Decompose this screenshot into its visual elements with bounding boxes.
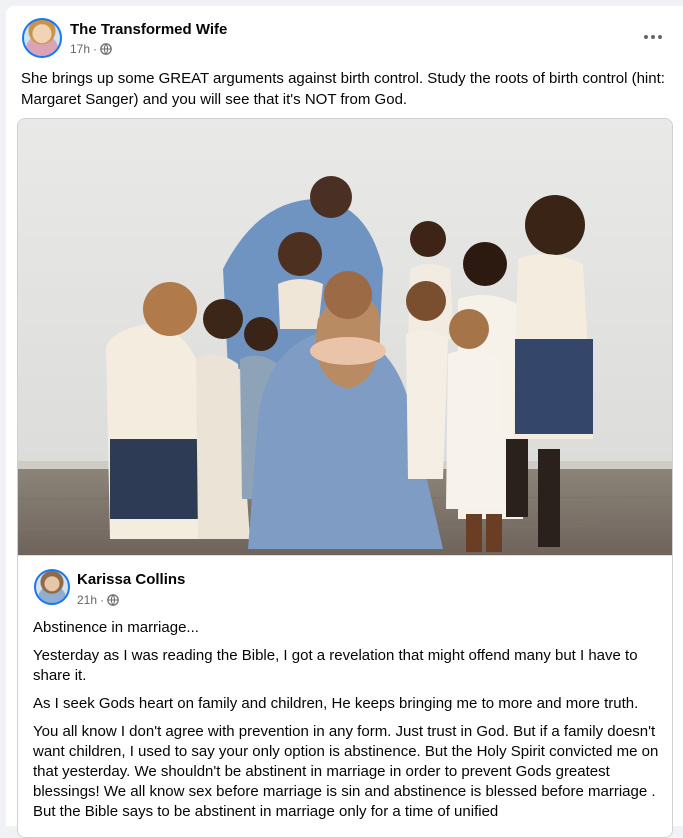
globe-icon xyxy=(100,43,112,55)
shared-paragraph: Yesterday as I was reading the Bible, I … xyxy=(33,647,638,684)
post-text: She brings up some GREAT arguments again… xyxy=(21,70,665,108)
shared-post-body: Karissa Collins 21h · Abstinence in marr… xyxy=(18,555,672,837)
shared-paragraph: Abstinence in marriage... xyxy=(33,619,199,636)
shared-post-timestamp[interactable]: 21h xyxy=(77,593,97,607)
globe-icon xyxy=(107,594,119,606)
author-avatar[interactable] xyxy=(22,18,62,58)
shared-paragraph: You all know I don't agree with preventi… xyxy=(33,723,659,820)
shared-paragraph: As I seek Gods heart on family and child… xyxy=(33,695,639,712)
meta-separator: · xyxy=(100,593,105,607)
post-timestamp[interactable]: 17h xyxy=(70,42,90,56)
shared-post-text: Abstinence in marriage... Yesterday as I… xyxy=(33,618,661,830)
post-meta: 17h · xyxy=(70,42,112,56)
shared-post-meta: 21h · xyxy=(77,593,119,607)
meta-separator: · xyxy=(93,42,98,56)
more-options-icon[interactable] xyxy=(641,28,665,46)
shared-author-name[interactable]: Karissa Collins xyxy=(77,571,185,588)
post-header: The Transformed Wife 17h · xyxy=(22,18,667,62)
family-photo[interactable] xyxy=(18,119,672,555)
author-name[interactable]: The Transformed Wife xyxy=(70,21,227,38)
post-card: The Transformed Wife 17h · She brings up… xyxy=(6,6,683,838)
shared-author-avatar[interactable] xyxy=(34,569,70,605)
shared-post[interactable]: Karissa Collins 21h · Abstinence in marr… xyxy=(17,118,673,838)
